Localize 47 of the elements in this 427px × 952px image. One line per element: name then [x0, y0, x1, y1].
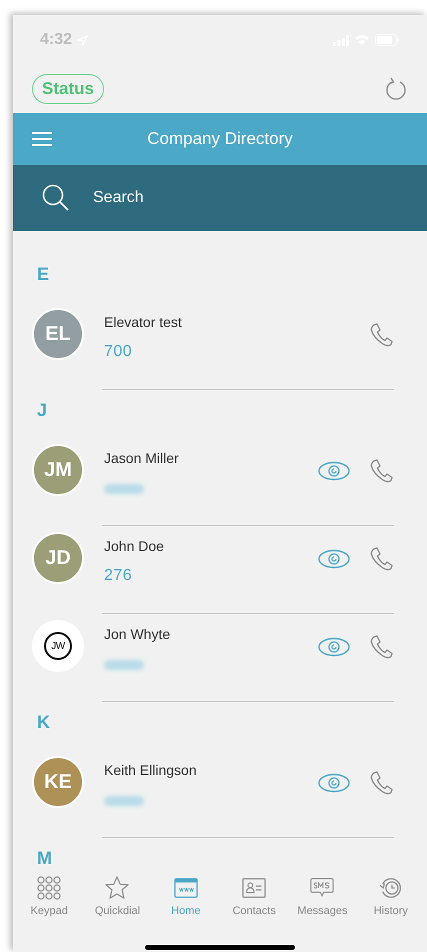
avatar: JM [32, 444, 84, 496]
section-letter: J [37, 400, 48, 420]
contact-name: Jon Whyte [104, 626, 172, 642]
refresh-icon[interactable] [385, 77, 407, 101]
extension-number: 700 [104, 343, 134, 361]
logo-initials: JW [44, 632, 72, 660]
browser-window-icon [174, 876, 198, 900]
phone-icon[interactable] [369, 770, 394, 796]
search-icon [42, 184, 70, 212]
phone-icon[interactable] [369, 458, 394, 484]
eye-icon[interactable] [318, 461, 350, 481]
tab[interactable]: History [356, 868, 425, 920]
section-letter: M [37, 848, 52, 868]
phone-icon[interactable] [369, 634, 394, 660]
tab[interactable]: Messages [288, 868, 357, 920]
clock-history-icon [378, 876, 403, 900]
tab[interactable]: Contacts [220, 868, 288, 920]
keypad-icon [37, 876, 62, 900]
eye-icon[interactable] [318, 773, 350, 793]
contact-name: Keith Ellingson [104, 762, 198, 778]
tab[interactable]: Home [152, 868, 220, 920]
section-letter: E [37, 264, 50, 284]
contact-row[interactable]: KE Keith Ellingson [13, 750, 427, 838]
contact-name: Elevator test [104, 314, 183, 330]
contact-card-icon [242, 876, 266, 900]
status-button[interactable]: Status [32, 74, 104, 104]
eye-icon[interactable] [318, 549, 350, 569]
contact-name: John Doe [104, 538, 165, 554]
search-field[interactable]: Search [93, 189, 343, 207]
eye-icon[interactable] [318, 637, 350, 657]
menu-icon[interactable] [32, 131, 52, 147]
phone-icon[interactable] [369, 322, 394, 348]
contact-row[interactable]: EL Elevator test 700 [13, 302, 427, 390]
contact-name: Jason Miller [104, 450, 180, 466]
star-icon [105, 876, 130, 900]
extension-number: 276 [104, 567, 134, 585]
contact-row[interactable]: JD John Doe 276 [13, 526, 427, 614]
section-letter: K [37, 712, 50, 732]
contact-row[interactable]: JM Jason Miller [13, 438, 427, 526]
avatar: KE [32, 756, 84, 808]
contact-row[interactable]: JW Jon Whyte [13, 614, 427, 702]
tab[interactable]: Quickdial [83, 868, 152, 920]
phone-icon[interactable] [369, 546, 394, 572]
avatar: EL [32, 308, 84, 360]
header-title: Company Directory [146, 129, 294, 149]
avatar: JD [32, 532, 84, 584]
tab[interactable]: Keypad [15, 868, 84, 920]
